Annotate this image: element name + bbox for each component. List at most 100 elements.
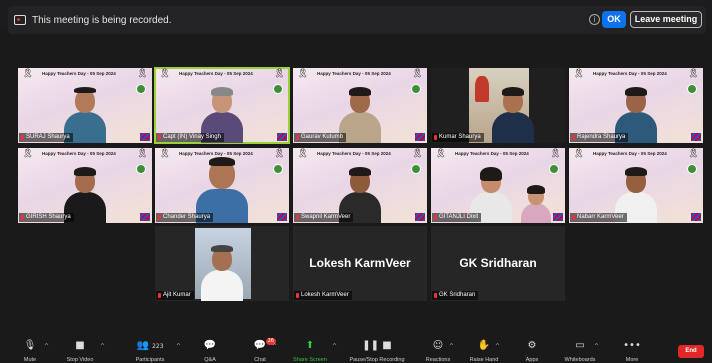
participants-button[interactable]: 👥 223 Participants [130, 340, 170, 363]
video-tile[interactable]: Kumar Shaurya [431, 68, 565, 143]
logo-icon [687, 84, 697, 94]
video-tile-no-video[interactable]: Lokesh KarmVeer Lokesh KarmVeer [293, 226, 427, 301]
logo-icon [411, 84, 421, 94]
chevron-up-icon[interactable]: ^ [100, 343, 105, 350]
ribbon-icon: 🎗 [136, 149, 148, 159]
ok-button[interactable]: OK [602, 11, 626, 28]
decor-stripes [140, 133, 150, 141]
video-camera-icon: ■ [75, 340, 85, 351]
decor-stripes [277, 133, 287, 141]
video-tile-no-video[interactable]: GK Sridharan GK Sridharan [431, 226, 565, 301]
end-meeting-button[interactable]: End [678, 345, 704, 358]
video-tile[interactable]: 🎗 Happy Teachers Day - 05 Sep 2024 🎗 Rajen… [569, 68, 703, 143]
recording-text: This meeting is being recorded. [32, 14, 172, 26]
logo-icon [136, 84, 146, 94]
stop-video-button[interactable]: ■ Stop Video [62, 340, 98, 363]
video-tile[interactable]: 🎗 Happy Teachers Day - 05 Sep 2024 🎗 Chand… [155, 148, 289, 223]
participant-video [201, 243, 243, 301]
ribbon-icon: 🎗 [687, 69, 699, 79]
participant-name: GITANJLI Dixit [432, 213, 482, 222]
share-screen-icon: ⬆ [305, 340, 315, 351]
decor-stripes [277, 213, 287, 221]
decor-stripes [415, 133, 425, 141]
chevron-up-icon[interactable]: ^ [449, 343, 454, 350]
chevron-up-icon[interactable]: ^ [176, 343, 181, 350]
decor-stripes [691, 133, 701, 141]
apps-icon: ⚙ [527, 340, 537, 351]
info-icon[interactable]: i [589, 14, 600, 25]
recording-icon [14, 15, 26, 25]
ribbon-icon: 🎗 [435, 149, 447, 159]
video-tile[interactable]: Ajit Kumar [155, 226, 289, 301]
participant-name: Lokesh KarmVeer [294, 291, 352, 300]
share-screen-button[interactable]: ⬆ Share Screen [290, 340, 330, 363]
qa-icon: 💬 [203, 340, 217, 351]
ribbon-icon: 🎗 [22, 149, 34, 159]
participant-name: Rajendra Shaurya [570, 133, 629, 142]
logo-icon [136, 164, 146, 174]
video-tile[interactable]: 🎗 Happy Teachers Day - 05 Sep 2024 🎗 SURAJ… [18, 68, 152, 143]
participant-name: Swapnil KarmVeer [294, 213, 354, 222]
ribbon-icon: 🎗 [573, 69, 585, 79]
logo-icon [273, 164, 283, 174]
microphone-icon: 🎙 [23, 340, 37, 351]
chevron-up-icon[interactable]: ^ [272, 343, 277, 350]
ribbon-icon: 🎗 [22, 69, 34, 79]
participant-display-name: Lokesh KarmVeer [309, 256, 411, 270]
decor-stripes [415, 213, 425, 221]
video-tile[interactable]: 🎗 Happy Teachers Day - 05 Sep 2024 🎗 GIRIS… [18, 148, 152, 223]
participant-name: Nabarr KarmVeer [570, 213, 627, 222]
ribbon-icon: 🎗 [549, 149, 561, 159]
participant-display-name: GK Sridharan [459, 256, 537, 270]
video-tile[interactable]: 🎗 Happy Teachers Day - 05 Sep 2024 🎗 Gaura… [293, 68, 427, 143]
apps-button[interactable]: ⚙ Apps [520, 340, 544, 363]
participant-name: Capt (IN) Vinay Singh [156, 133, 224, 142]
decor-stripes [140, 213, 150, 221]
ribbon-icon: 🎗 [297, 69, 309, 79]
ribbon-icon: 🎗 [411, 69, 423, 79]
ribbon-icon: 🎗 [411, 149, 423, 159]
ribbon-icon: 🎗 [136, 69, 148, 79]
chevron-up-icon[interactable]: ^ [594, 343, 599, 350]
ribbon-icon: 🎗 [273, 149, 285, 159]
qa-button[interactable]: 💬 Q&A [200, 340, 220, 363]
video-tile[interactable]: 🎗 Happy Teachers Day - 05 Sep 2024 🎗 Nabar… [569, 148, 703, 223]
meeting-toolbar: 🎙 Mute ^ ■ Stop Video ^ 👥 223 Participan… [0, 337, 712, 363]
more-icon: ••• [623, 340, 641, 351]
chevron-up-icon[interactable]: ^ [332, 343, 337, 350]
participant-video [492, 85, 534, 143]
participant-name: Chander Shaurya [156, 213, 214, 222]
participant-name: SURAJ Shaurya [19, 133, 73, 142]
participant-name: GK Sridharan [432, 291, 479, 300]
ribbon-icon: 🎗 [297, 149, 309, 159]
participant-video [520, 183, 551, 223]
video-tile[interactable]: 🎗 Happy Teachers Day - 05 Sep 2024 🎗 GITAN… [431, 148, 565, 223]
ribbon-icon: 🎗 [159, 149, 171, 159]
logo-icon [687, 164, 697, 174]
decor-stripes [553, 213, 563, 221]
ribbon-icon: 🎗 [573, 149, 585, 159]
participant-name: GIRISH Shaurya [19, 213, 74, 222]
ribbon-icon: 🎗 [159, 69, 171, 79]
video-tile-active-speaker[interactable]: 🎗 Happy Teachers Day - 05 Sep 2024 🎗 Capt … [154, 67, 290, 144]
recording-banner: This meeting is being recorded. i OK Lea… [8, 6, 706, 34]
chat-icon: 💬 26 [253, 338, 276, 351]
participant-name: Kumar Shaurya [432, 133, 484, 142]
participants-icon: 👥 223 [136, 340, 164, 351]
pause-stop-icon: ❚❚ ■ [362, 340, 392, 351]
chat-button[interactable]: 💬 26 Chat [250, 338, 276, 363]
pause-stop-recording-button[interactable]: ❚❚ ■ Pause/Stop Recording [344, 340, 410, 363]
participant-name: Ajit Kumar [156, 291, 194, 300]
logo-icon [549, 164, 559, 174]
logo-icon [411, 164, 421, 174]
video-tile[interactable]: 🎗 Happy Teachers Day - 05 Sep 2024 🎗 Swapn… [293, 148, 427, 223]
mute-button[interactable]: 🎙 Mute [20, 340, 40, 363]
leave-meeting-button[interactable]: Leave meeting [630, 11, 702, 28]
chevron-up-icon[interactable]: ^ [495, 343, 500, 350]
more-button[interactable]: ••• More [620, 340, 644, 363]
logo-icon [273, 84, 283, 94]
ribbon-icon: 🎗 [273, 69, 285, 79]
participant-name: Gaurav Kutumb [294, 133, 347, 142]
decor-stripes [691, 213, 701, 221]
chevron-up-icon[interactable]: ^ [44, 343, 49, 350]
